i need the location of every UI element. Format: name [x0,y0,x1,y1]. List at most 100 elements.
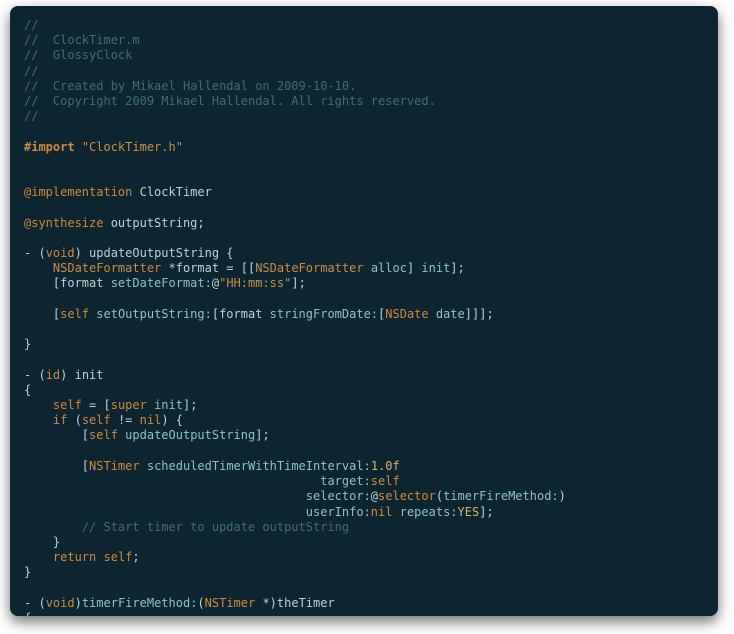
code-line[interactable]: [format setDateFormat:@"HH:mm:ss"]; [24,276,704,291]
code-line[interactable]: - (void) updateOutputString { [24,246,704,261]
code-line[interactable]: #import "ClockTimer.h" [24,140,704,155]
code-line[interactable] [24,352,704,367]
code-token: ( [436,489,443,503]
code-token: super [111,398,147,412]
code-token: { [24,611,31,616]
code-token: } [24,337,31,351]
code-token: ( [67,413,81,427]
code-token: // Copyright 2009 Mikael Hallendal. All … [24,94,436,108]
code-line[interactable]: [NSTimer scheduledTimerWithTimeInterval:… [24,459,704,474]
code-token: NSTimer [205,596,256,610]
code-editor-view[interactable]: //// ClockTimer.m// GlossyClock//// Crea… [10,6,718,616]
code-token: self [104,550,133,564]
code-token: != [111,413,140,427]
code-token: NSDateFormatter [53,261,161,275]
code-token: ]; [479,505,493,519]
code-line[interactable]: @implementation ClockTimer [24,185,704,200]
code-line[interactable]: self = [super init]; [24,398,704,413]
code-token: void [46,246,75,260]
code-token [24,261,53,275]
code-token: 1.0f [371,459,400,473]
code-token: id [46,368,60,382]
code-token: ]; [450,261,464,275]
code-line[interactable]: // [24,109,704,124]
code-token [24,505,306,519]
code-token: init [154,398,183,412]
code-line[interactable]: target:self [24,474,704,489]
code-token: @ [371,489,378,503]
code-line[interactable]: // Start timer to update outputString [24,520,704,535]
code-token: setOutputString: [96,307,212,321]
code-token: - ( [24,596,46,610]
code-token: ) { [161,413,183,427]
code-line[interactable]: [self updateOutputString]; [24,428,704,443]
code-token [24,489,306,503]
code-token: [ [24,459,89,473]
code-token: NSTimer [89,459,140,473]
code-line[interactable]: // Copyright 2009 Mikael Hallendal. All … [24,94,704,109]
code-token: target: [320,474,371,488]
code-token: @synthesize [24,216,103,230]
code-line[interactable] [24,444,704,459]
code-token: timerFireMethod: [443,489,559,503]
code-line[interactable]: NSDateFormatter *format = [[NSDateFormat… [24,261,704,276]
code-line[interactable]: return self; [24,550,704,565]
code-line[interactable]: // [24,18,704,33]
code-line[interactable]: - (id) init [24,368,704,383]
code-token: self [53,398,82,412]
code-token: if [53,413,67,427]
code-line[interactable] [24,155,704,170]
code-line[interactable]: } [24,535,704,550]
code-token: "HH:mm:ss" [219,276,291,290]
code-line[interactable] [24,581,704,596]
code-token [140,459,147,473]
code-line[interactable]: // ClockTimer.m [24,33,704,48]
code-line[interactable] [24,231,704,246]
code-token: *)theTimer [255,596,334,610]
code-token [147,398,154,412]
code-line[interactable]: [self setOutputString:[format stringFrom… [24,307,704,322]
code-token: date [436,307,465,321]
code-line[interactable]: } [24,337,704,352]
code-token [364,261,371,275]
code-token: setDateFormat: [111,276,212,290]
code-line[interactable] [24,170,704,185]
code-line[interactable]: if (self != nil) { [24,413,704,428]
code-line[interactable] [24,322,704,337]
code-token: NSDate [385,307,428,321]
code-token: alloc [371,261,407,275]
code-token: selector: [306,489,371,503]
code-token: "ClockTimer.h" [82,140,183,154]
code-token: #import [24,140,82,154]
code-line[interactable]: userInfo:nil repeats:YES]; [24,505,704,520]
code-token: // ClockTimer.m [24,33,140,47]
code-line[interactable]: { [24,611,704,616]
code-token: [ [24,428,89,442]
code-line[interactable]: // Created by Mikael Hallendal on 2009-1… [24,79,704,94]
code-token: ]; [291,276,305,290]
code-token: ) [75,596,82,610]
code-line[interactable]: // GlossyClock [24,48,704,63]
code-token: } [24,535,60,549]
code-token [24,520,82,534]
code-token: nil [140,413,162,427]
code-token [24,398,53,412]
code-token [24,413,53,427]
code-token: = [ [82,398,111,412]
code-line[interactable] [24,292,704,307]
code-line[interactable] [24,124,704,139]
code-line[interactable]: selector:@selector(timerFireMethod:) [24,489,704,504]
code-token: ) updateOutputString { [75,246,234,260]
code-token [24,474,320,488]
code-line[interactable] [24,200,704,215]
code-line[interactable]: // [24,64,704,79]
code-token: self [89,428,118,442]
code-line[interactable]: - (void)timerFireMethod:(NSTimer *)theTi… [24,596,704,611]
code-token: timerFireMethod: [82,596,198,610]
code-line[interactable]: } [24,565,704,580]
code-token: ; [132,550,139,564]
code-token: NSDateFormatter [255,261,363,275]
code-line[interactable]: @synthesize outputString; [24,216,704,231]
code-line[interactable]: { [24,383,704,398]
code-token: // GlossyClock [24,48,132,62]
